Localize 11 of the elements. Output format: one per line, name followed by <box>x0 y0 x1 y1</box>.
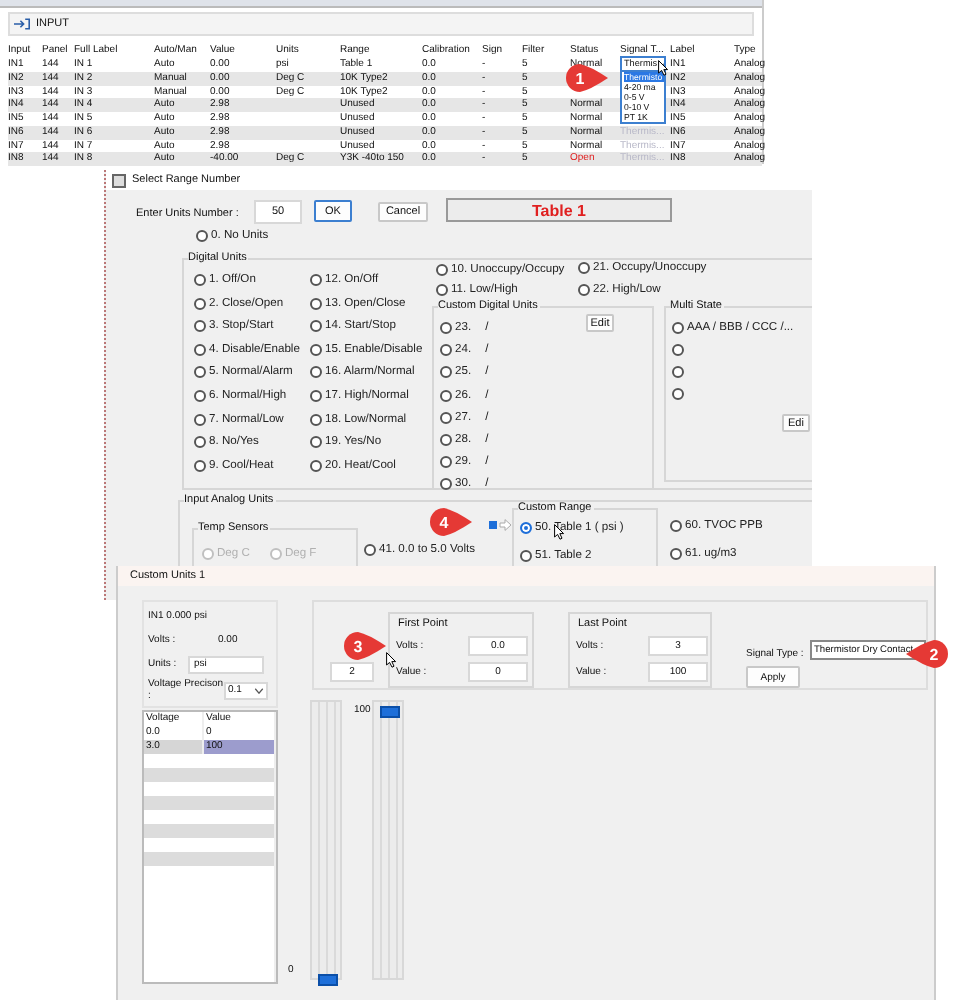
cursor-icon <box>386 652 396 668</box>
range-display: Table 1 <box>446 198 672 222</box>
callout-badge: 1 <box>566 64 610 92</box>
caret-icon <box>254 687 264 693</box>
slider-thumb[interactable] <box>318 974 338 986</box>
slider-thumb[interactable] <box>380 706 400 718</box>
arrow-icon <box>488 518 512 532</box>
callout-badge: 3 <box>344 632 388 660</box>
window-icon <box>112 173 126 187</box>
input-icon <box>14 18 30 30</box>
callout-badge: 4 <box>430 508 474 536</box>
